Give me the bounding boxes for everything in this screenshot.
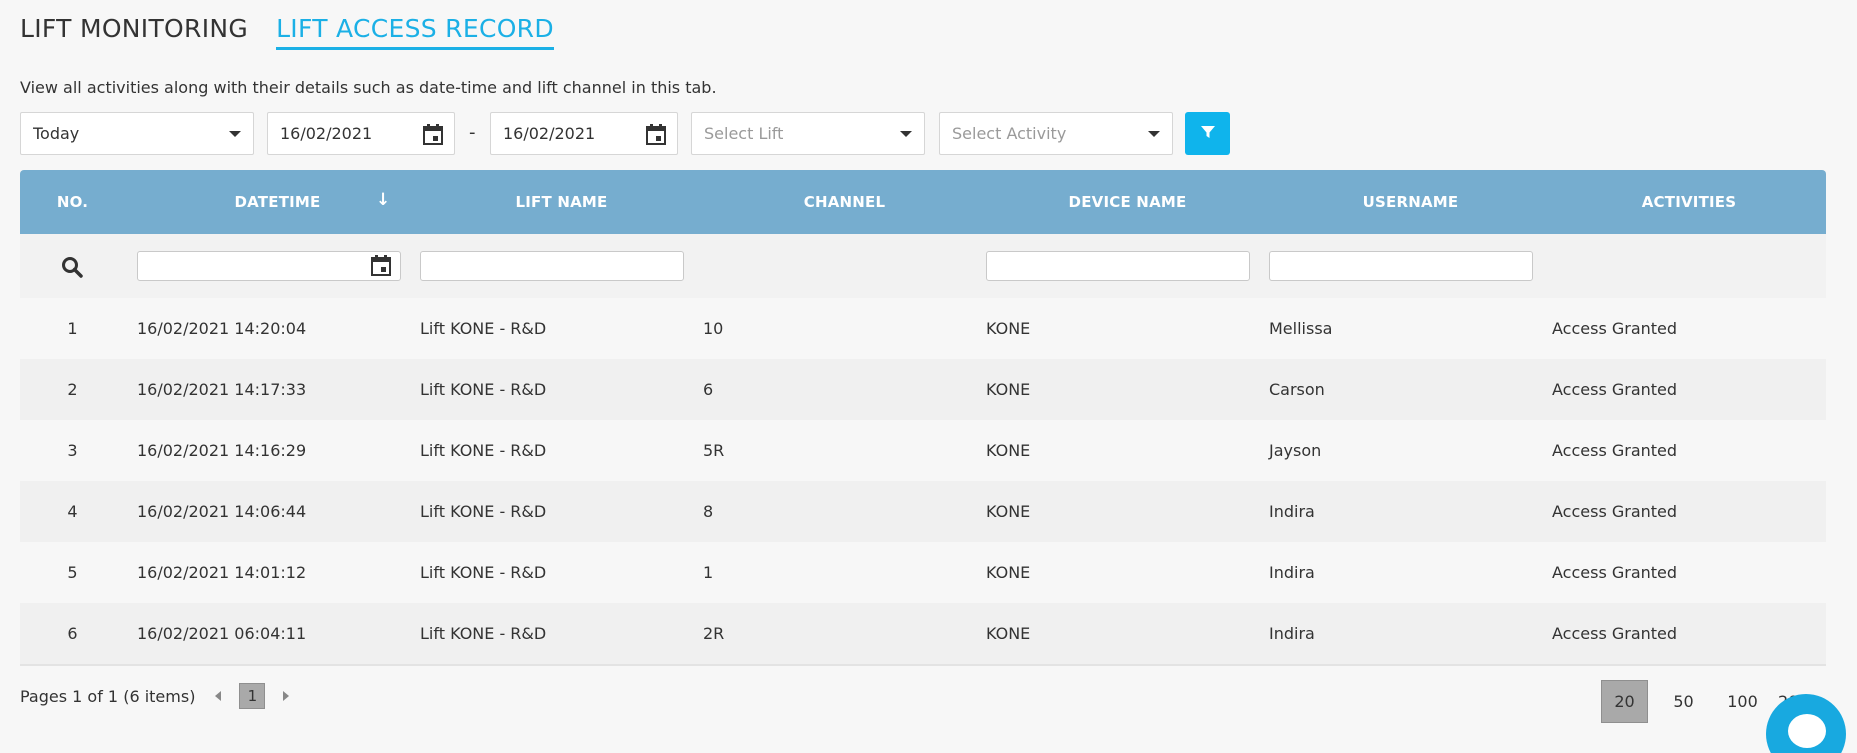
grid-body: 1 16/02/2021 14:20:04 Lift KONE - R&D 10…: [20, 298, 1826, 664]
sort-descending-icon[interactable]: ↓: [376, 190, 390, 210]
cell-channel: 8: [703, 502, 714, 521]
date-range-separator: -: [469, 122, 476, 143]
cell-activity: Access Granted: [1552, 319, 1678, 338]
cell-activity: Access Granted: [1552, 380, 1678, 399]
cell-activity: Access Granted: [1552, 624, 1678, 643]
cell-no: 5: [67, 563, 78, 582]
period-select-value: Today: [33, 124, 80, 143]
chevron-down-icon: [900, 130, 912, 137]
cell-device-name: KONE: [986, 441, 1031, 460]
cell-no: 3: [67, 441, 78, 460]
cell-datetime: 16/02/2021 14:17:33: [137, 380, 307, 399]
apply-filter-button[interactable]: [1185, 112, 1230, 155]
cell-no: 6: [67, 624, 78, 643]
cell-channel: 5R: [703, 441, 725, 460]
cell-no: 2: [67, 380, 78, 399]
period-select[interactable]: Today: [20, 112, 254, 155]
pager: Pages 1 of 1 (6 items) 1: [20, 683, 290, 709]
chat-icon: [1788, 714, 1826, 748]
column-header-channel[interactable]: CHANNEL: [703, 170, 986, 234]
calendar-icon[interactable]: [645, 123, 666, 145]
pager-info: Pages 1 of 1 (6 items): [20, 686, 196, 706]
cell-datetime: 16/02/2021 14:01:12: [137, 563, 307, 582]
cell-activity: Access Granted: [1552, 502, 1678, 521]
table-row[interactable]: 2 16/02/2021 14:17:33 Lift KONE - R&D 6 …: [20, 359, 1826, 420]
tab-lift-monitoring[interactable]: LIFT MONITORING: [20, 14, 248, 50]
previous-page-icon[interactable]: [215, 691, 222, 701]
page-size-option[interactable]: 20: [1601, 680, 1648, 723]
grid-header: NO. DATETIME ↓ LIFT NAME CHANNEL DEVICE …: [20, 170, 1826, 234]
cell-channel: 2R: [703, 624, 725, 643]
cell-lift-name: Lift KONE - R&D: [420, 319, 547, 338]
cell-username: Jayson: [1269, 441, 1322, 460]
calendar-icon[interactable]: [370, 255, 392, 281]
lift-name-filter-input[interactable]: [420, 251, 684, 281]
date-to-value: 16/02/2021: [503, 124, 596, 143]
cell-lift-name: Lift KONE - R&D: [420, 380, 547, 399]
cell-activity: Access Granted: [1552, 441, 1678, 460]
cell-device-name: KONE: [986, 380, 1031, 399]
lift-select-placeholder: Select Lift: [704, 124, 784, 143]
column-header-activities[interactable]: ACTIVITIES: [1552, 170, 1826, 234]
column-header-username[interactable]: USERNAME: [1269, 170, 1552, 234]
cell-username: Carson: [1269, 380, 1325, 399]
table-row[interactable]: 3 16/02/2021 14:16:29 Lift KONE - R&D 5R…: [20, 420, 1826, 481]
lift-select[interactable]: Select Lift: [691, 112, 925, 155]
page-button-current[interactable]: 1: [239, 683, 266, 709]
cell-no: 4: [67, 502, 78, 521]
device-name-filter-input[interactable]: [986, 251, 1250, 281]
cell-device-name: KONE: [986, 563, 1031, 582]
cell-username: Mellissa: [1269, 319, 1333, 338]
cell-datetime: 16/02/2021 06:04:11: [137, 624, 307, 643]
column-header-device-name[interactable]: DEVICE NAME: [986, 170, 1269, 234]
column-header-no[interactable]: NO.: [20, 170, 125, 234]
cell-username: Indira: [1269, 563, 1315, 582]
table-row[interactable]: 5 16/02/2021 14:01:12 Lift KONE - R&D 1 …: [20, 542, 1826, 603]
page-description: View all activities along with their det…: [20, 78, 717, 97]
date-from-value: 16/02/2021: [280, 124, 373, 143]
activity-select[interactable]: Select Activity: [939, 112, 1173, 155]
cell-no: 1: [67, 319, 78, 338]
table-row[interactable]: 6 16/02/2021 06:04:11 Lift KONE - R&D 2R…: [20, 603, 1826, 664]
datetime-filter-input[interactable]: [137, 251, 401, 281]
cell-activity: Access Granted: [1552, 563, 1678, 582]
next-page-icon[interactable]: [283, 691, 290, 701]
filter-icon: [1200, 124, 1216, 144]
access-record-grid: NO. DATETIME ↓ LIFT NAME CHANNEL DEVICE …: [20, 170, 1826, 666]
table-row[interactable]: 4 16/02/2021 14:06:44 Lift KONE - R&D 8 …: [20, 481, 1826, 542]
username-filter-input[interactable]: [1269, 251, 1533, 281]
date-from-field[interactable]: 16/02/2021: [267, 112, 455, 155]
activity-select-placeholder: Select Activity: [952, 124, 1067, 143]
cell-channel: 6: [703, 380, 714, 399]
grid-divider: [20, 664, 1826, 666]
cell-username: Indira: [1269, 624, 1315, 643]
cell-lift-name: Lift KONE - R&D: [420, 624, 547, 643]
page-size-option[interactable]: 50: [1660, 680, 1707, 723]
tab-bar: LIFT MONITORING LIFT ACCESS RECORD: [20, 14, 554, 50]
cell-lift-name: Lift KONE - R&D: [420, 563, 547, 582]
search-icon: [61, 256, 83, 282]
cell-datetime: 16/02/2021 14:20:04: [137, 319, 307, 338]
page-size-option[interactable]: 100: [1719, 680, 1766, 723]
cell-datetime: 16/02/2021 14:06:44: [137, 502, 307, 521]
cell-channel: 10: [703, 319, 724, 338]
cell-device-name: KONE: [986, 502, 1031, 521]
grid-filter-row: [20, 234, 1826, 298]
cell-device-name: KONE: [986, 624, 1031, 643]
table-row[interactable]: 1 16/02/2021 14:20:04 Lift KONE - R&D 10…: [20, 298, 1826, 359]
cell-lift-name: Lift KONE - R&D: [420, 502, 547, 521]
cell-device-name: KONE: [986, 319, 1031, 338]
cell-datetime: 16/02/2021 14:16:29: [137, 441, 307, 460]
column-header-lift-name[interactable]: LIFT NAME: [420, 170, 703, 234]
cell-channel: 1: [703, 563, 714, 582]
tab-lift-access-record[interactable]: LIFT ACCESS RECORD: [276, 14, 554, 50]
cell-lift-name: Lift KONE - R&D: [420, 441, 547, 460]
chevron-down-icon: [229, 130, 241, 137]
cell-username: Indira: [1269, 502, 1315, 521]
chevron-down-icon: [1148, 130, 1160, 137]
date-to-field[interactable]: 16/02/2021: [490, 112, 678, 155]
calendar-icon[interactable]: [422, 123, 443, 145]
